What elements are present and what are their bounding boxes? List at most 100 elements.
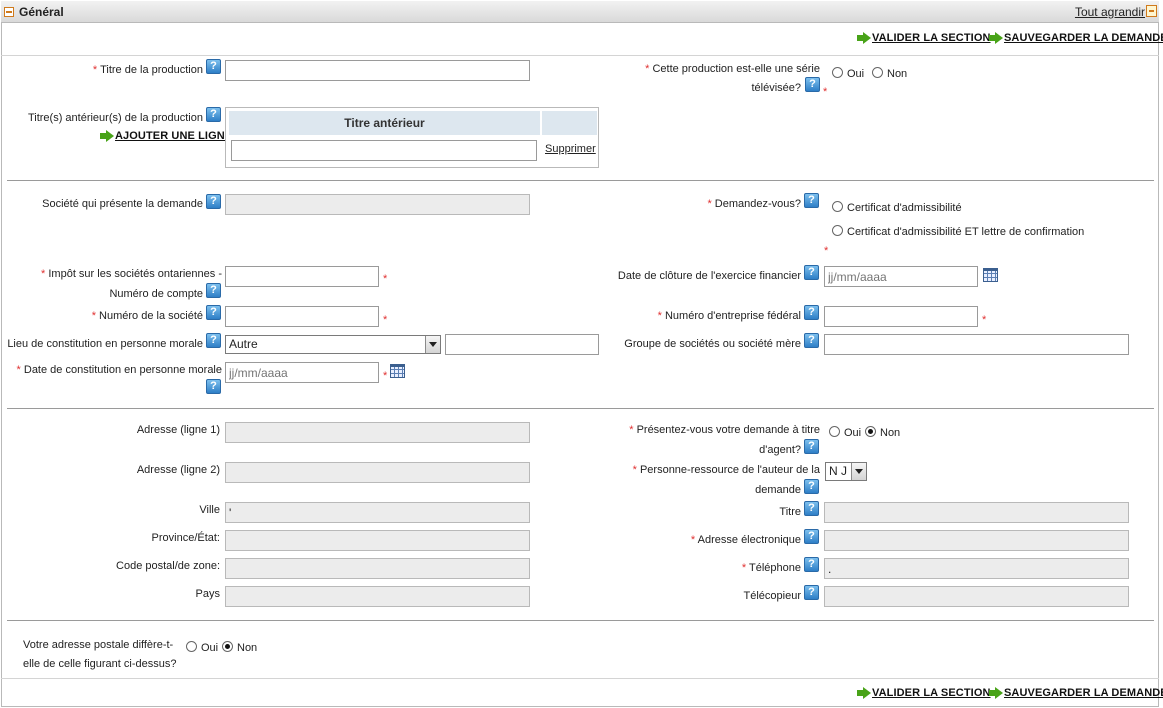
- certificate-letter-radio[interactable]: [832, 225, 843, 236]
- delete-row-link[interactable]: Supprimer: [545, 143, 596, 155]
- help-icon[interactable]: ?: [804, 193, 819, 208]
- postal-differs-no-label: Non: [237, 642, 258, 654]
- contact-person-label-line1: * Personne-ressource de l'auteur de la: [632, 464, 820, 476]
- required-marker: *: [383, 370, 388, 382]
- ontario-tax-label-line2: Numéro de compte: [109, 288, 203, 300]
- table-header-actions: [542, 111, 597, 135]
- divider: [7, 180, 1154, 181]
- help-icon[interactable]: ?: [206, 194, 221, 209]
- save-application-button-bottom[interactable]: SAUVEGARDER LA DEMANDE: [1004, 687, 1163, 699]
- contact-title-label: Titre: [779, 506, 801, 518]
- certificate-label: Certificat d'admissibilité: [847, 202, 962, 214]
- arrow-right-icon: [100, 130, 114, 142]
- contact-person-label-line2: demande: [755, 484, 801, 496]
- province-input[interactable]: [225, 530, 530, 551]
- chevron-down-icon[interactable]: [425, 336, 440, 353]
- save-application-button[interactable]: SAUVEGARDER LA DEMANDE: [1004, 32, 1163, 44]
- arrow-right-icon: [989, 32, 1003, 44]
- help-icon[interactable]: ?: [805, 77, 820, 92]
- incorporation-place-label: Lieu de constitution en personne morale: [7, 338, 203, 350]
- email-input[interactable]: [824, 530, 1129, 551]
- help-icon[interactable]: ?: [804, 333, 819, 348]
- agent-no-radio[interactable]: [865, 426, 876, 437]
- tv-series-yes-radio[interactable]: [832, 67, 843, 78]
- help-icon[interactable]: ?: [206, 283, 221, 298]
- expand-all-icon[interactable]: [1146, 5, 1157, 17]
- agent-label-line2: d'agent?: [759, 444, 801, 456]
- help-icon[interactable]: ?: [804, 585, 819, 600]
- help-icon[interactable]: ?: [804, 529, 819, 544]
- applicant-company-input[interactable]: [225, 194, 530, 215]
- divider: [1, 55, 1159, 56]
- help-icon[interactable]: ?: [804, 265, 819, 280]
- help-icon[interactable]: ?: [206, 379, 221, 394]
- phone-input[interactable]: [824, 558, 1129, 579]
- postal-differs-yes-radio[interactable]: [186, 641, 197, 652]
- collapse-icon[interactable]: [4, 7, 14, 17]
- company-group-label: Groupe de sociétés ou société mère: [624, 338, 801, 350]
- tv-series-no-radio[interactable]: [872, 67, 883, 78]
- postal-question-line1: Votre adresse postale diffère-t-: [23, 639, 174, 651]
- federal-business-number-input[interactable]: [824, 306, 978, 327]
- email-label: * Adresse électronique: [690, 534, 801, 546]
- federal-business-number-label: * Numéro d'entreprise fédéral: [657, 310, 801, 322]
- calendar-icon[interactable]: [983, 268, 998, 282]
- address-line2-input[interactable]: [225, 462, 530, 483]
- fiscal-year-end-input[interactable]: [824, 266, 978, 287]
- previous-title-input[interactable]: [231, 140, 537, 161]
- divider: [7, 620, 1154, 621]
- company-number-input[interactable]: [225, 306, 379, 327]
- fax-label: Télécopieur: [743, 590, 801, 602]
- help-icon[interactable]: ?: [206, 107, 221, 122]
- help-icon[interactable]: ?: [804, 479, 819, 494]
- add-row-button[interactable]: AJOUTER UNE LIGNE: [115, 130, 232, 142]
- validate-section-button[interactable]: VALIDER LA SECTION: [872, 32, 991, 44]
- agent-yes-radio[interactable]: [829, 426, 840, 437]
- chevron-down-icon[interactable]: [851, 463, 866, 480]
- tv-series-yes-label: Oui: [847, 68, 865, 80]
- postal-code-label: Code postal/de zone:: [116, 560, 220, 572]
- contact-person-select[interactable]: N J: [825, 462, 867, 481]
- table-header-previous-title: Titre antérieur: [229, 111, 540, 135]
- production-title-input[interactable]: [225, 60, 530, 81]
- incorporation-date-input[interactable]: [225, 362, 379, 383]
- contact-title-input[interactable]: [824, 502, 1129, 523]
- help-icon[interactable]: ?: [206, 59, 221, 74]
- postal-differs-yes-label: Oui: [201, 642, 219, 654]
- agent-no-label: Non: [880, 427, 901, 439]
- section-title: Général: [19, 5, 64, 19]
- divider: [7, 408, 1154, 409]
- incorporation-date-label: * Date de constitution en personne moral…: [16, 364, 222, 376]
- postal-differs-no-radio[interactable]: [222, 641, 233, 652]
- required-marker: *: [982, 314, 987, 326]
- address-line1-input[interactable]: [225, 422, 530, 443]
- tv-series-no-label: Non: [887, 68, 908, 80]
- required-marker: *: [383, 314, 388, 326]
- calendar-icon[interactable]: [390, 364, 405, 378]
- postal-code-input[interactable]: [225, 558, 530, 579]
- required-marker: *: [383, 273, 388, 285]
- incorporation-place-value: Autre: [229, 337, 258, 351]
- help-icon[interactable]: ?: [804, 501, 819, 516]
- contact-person-value: N J: [829, 464, 847, 478]
- validate-section-button-bottom[interactable]: VALIDER LA SECTION: [872, 687, 991, 699]
- country-input[interactable]: [225, 586, 530, 607]
- certificate-radio[interactable]: [832, 201, 843, 212]
- ontario-tax-number-input[interactable]: [225, 266, 379, 287]
- arrow-right-icon: [989, 687, 1003, 699]
- help-icon[interactable]: ?: [804, 305, 819, 320]
- incorporation-place-select[interactable]: Autre: [225, 335, 441, 354]
- help-icon[interactable]: ?: [804, 439, 819, 454]
- required-marker: *: [824, 245, 829, 257]
- help-icon[interactable]: ?: [206, 333, 221, 348]
- city-input[interactable]: [225, 502, 530, 523]
- company-group-input[interactable]: [824, 334, 1129, 355]
- fax-input[interactable]: [824, 586, 1129, 607]
- help-icon[interactable]: ?: [804, 557, 819, 572]
- fiscal-year-end-label: Date de clôture de l'exercice financier: [617, 270, 801, 282]
- agent-label-line1: * Présentez-vous votre demande à titre: [629, 424, 820, 436]
- help-icon[interactable]: ?: [206, 305, 221, 320]
- postal-question-line2: elle de celle figurant ci-dessus?: [23, 658, 177, 670]
- country-label: Pays: [195, 588, 220, 600]
- expand-all-link[interactable]: Tout agrandir: [1075, 5, 1145, 19]
